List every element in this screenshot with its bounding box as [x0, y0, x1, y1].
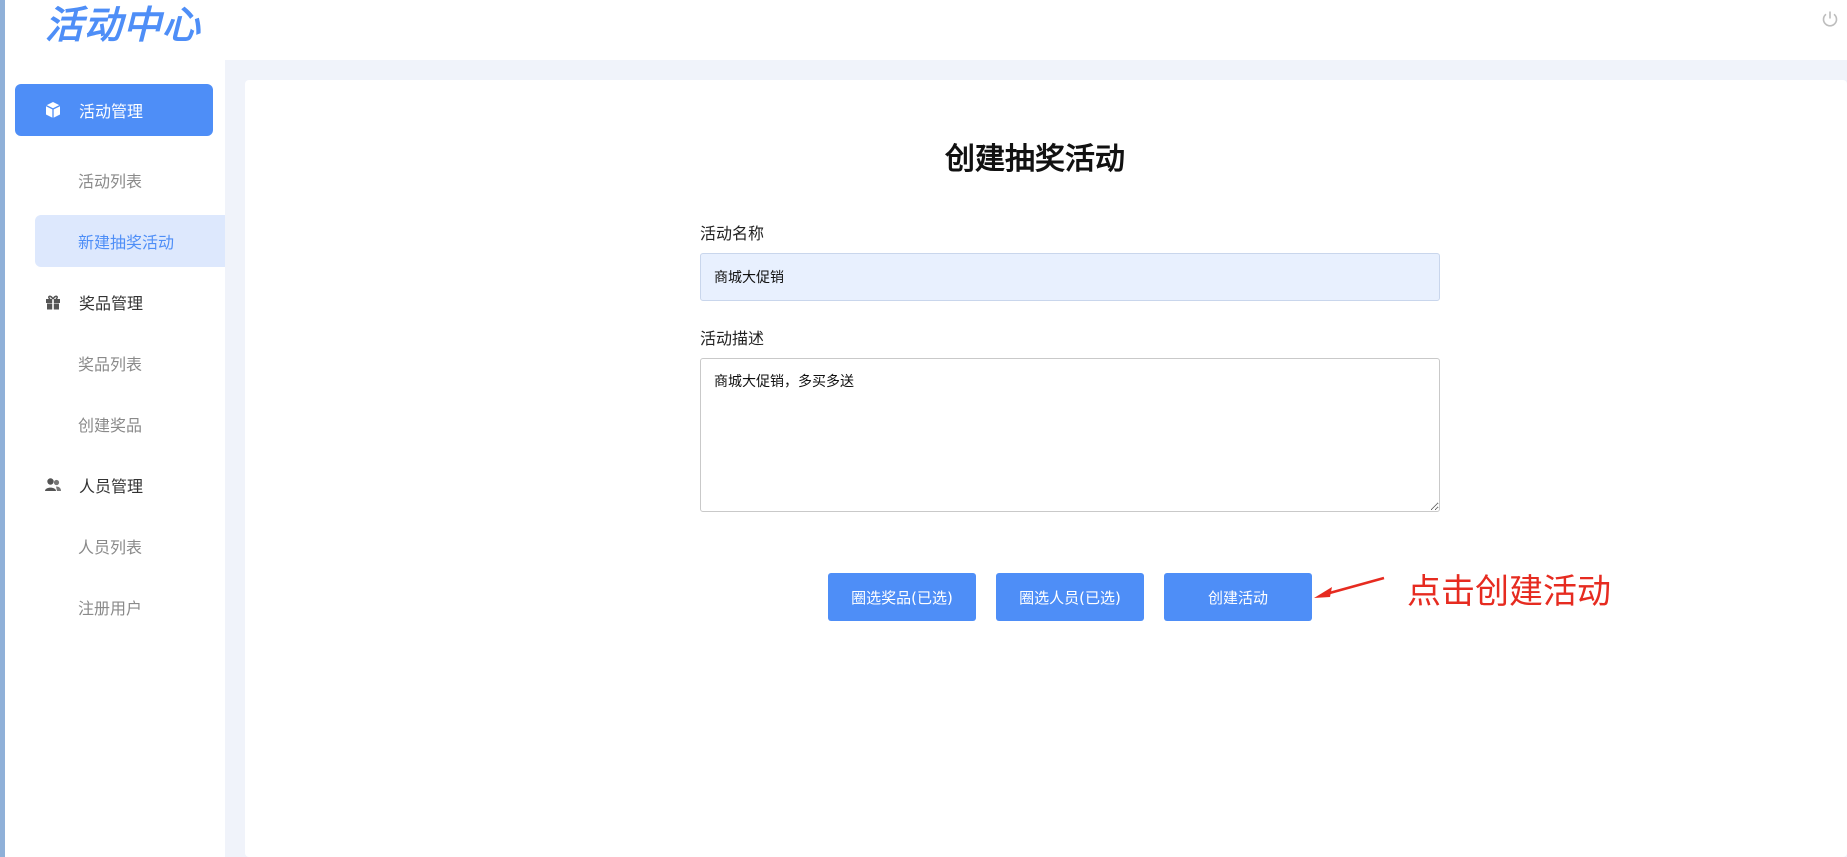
cube-icon	[43, 100, 63, 120]
power-icon[interactable]	[1821, 10, 1839, 28]
app-logo: 活动中心	[45, 3, 202, 47]
sidebar-item-label: 奖品列表	[78, 355, 143, 374]
sidebar-item-activity-list[interactable]: 活动列表	[35, 154, 225, 206]
app-header: 活动中心	[5, 0, 1847, 60]
users-icon	[43, 475, 63, 495]
create-activity-button[interactable]: 创建活动	[1164, 573, 1312, 621]
select-prizes-button[interactable]: 圈选奖品(已选)	[828, 573, 976, 621]
page-title: 创建抽奖活动	[945, 142, 1125, 177]
sidebar-group-people[interactable]: 人员管理	[15, 459, 213, 511]
sidebar-group-activity[interactable]: 活动管理	[15, 84, 213, 136]
activity-desc-textarea[interactable]: 商城大促销，多买多送	[700, 358, 1440, 512]
sidebar-item-people-list[interactable]: 人员列表	[35, 520, 225, 572]
activity-name-input[interactable]	[700, 253, 1440, 301]
sidebar-group-label: 奖品管理	[79, 294, 144, 313]
sidebar-item-label: 创建奖品	[78, 416, 143, 435]
sidebar-item-label: 注册用户	[78, 599, 143, 618]
annotation-text: 点击创建活动	[1407, 572, 1611, 612]
sidebar-item-label: 活动列表	[78, 172, 143, 191]
sidebar-group-prizes[interactable]: 奖品管理	[15, 276, 213, 328]
sidebar-item-register-user[interactable]: 注册用户	[35, 581, 225, 633]
form-card: 创建抽奖活动 活动名称 活动描述 商城大促销，多买多送 圈选奖品(已选) 圈选人…	[245, 80, 1847, 857]
gift-icon	[43, 292, 63, 312]
annotation-arrow-icon	[1314, 576, 1385, 598]
sidebar-item-label: 新建抽奖活动	[78, 233, 175, 252]
sidebar-item-create-prize[interactable]: 创建奖品	[35, 398, 225, 450]
sidebar-item-prize-list[interactable]: 奖品列表	[35, 337, 225, 389]
sidebar: 活动管理 活动列表 新建抽奖活动 奖品管理 奖品列表 创建奖品 人员管理 人员列…	[5, 60, 225, 857]
activity-desc-label: 活动描述	[700, 329, 765, 348]
activity-name-label: 活动名称	[700, 224, 765, 243]
sidebar-group-label: 人员管理	[79, 477, 144, 496]
sidebar-item-new-lottery[interactable]: 新建抽奖活动	[35, 215, 225, 267]
select-people-button[interactable]: 圈选人员(已选)	[996, 573, 1144, 621]
sidebar-item-label: 人员列表	[78, 538, 143, 557]
sidebar-group-label: 活动管理	[79, 102, 144, 121]
